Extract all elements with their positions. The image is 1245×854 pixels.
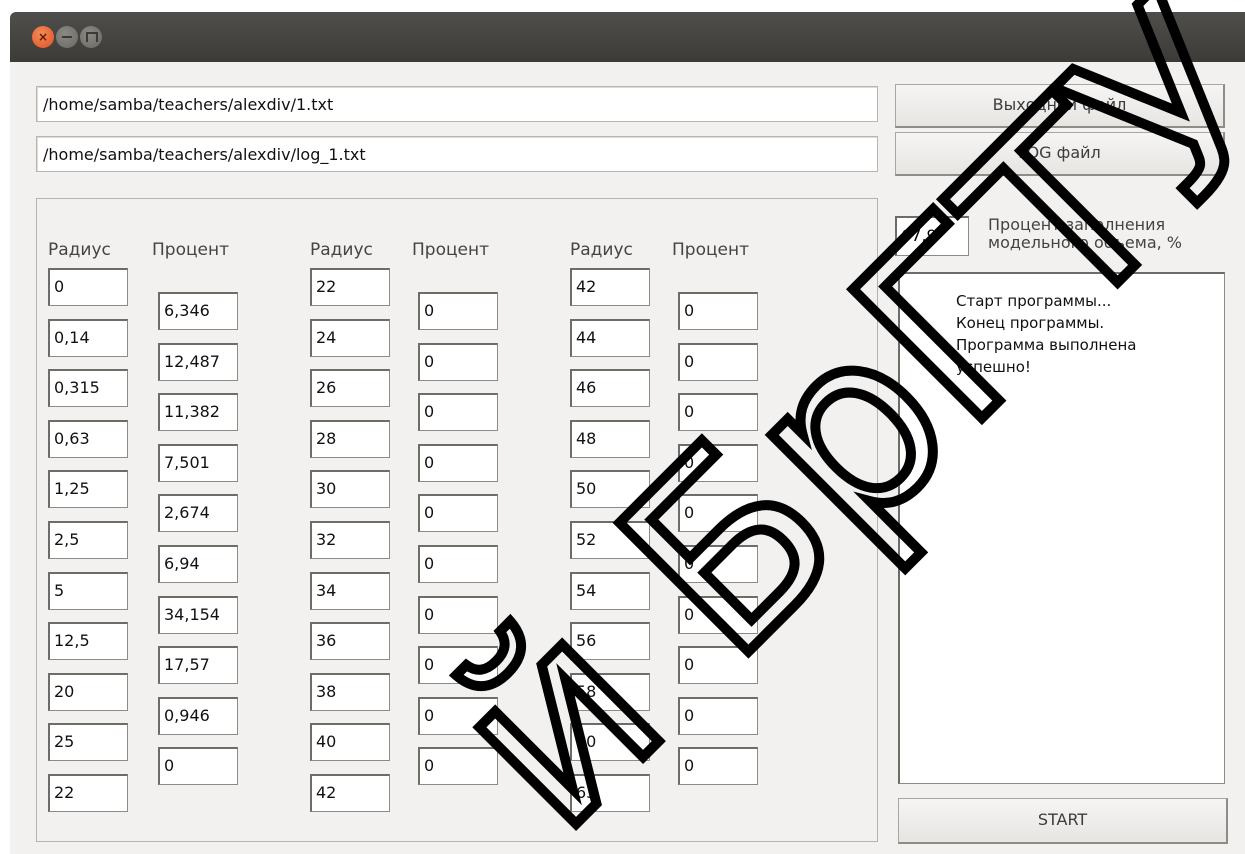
percent-input[interactable]: 0 bbox=[418, 747, 498, 786]
radius-input[interactable]: 52 bbox=[570, 521, 650, 559]
percent-input[interactable]: 0 bbox=[678, 292, 758, 330]
percent-input[interactable]: 0 bbox=[678, 595, 758, 634]
log-file-path-input[interactable]: /home/samba/teachers/alexdiv/log_1.txt bbox=[36, 136, 878, 172]
radius-input[interactable]: 5 bbox=[48, 571, 128, 610]
log-output-area[interactable]: Старт программы... Конец программы. Прог… bbox=[898, 272, 1225, 784]
output-file-button[interactable]: Выходной файл bbox=[895, 84, 1225, 128]
percent-input[interactable]: 0 bbox=[678, 696, 758, 735]
percent-input[interactable]: 0 bbox=[678, 443, 758, 482]
percent-input[interactable]: 6,94 bbox=[158, 545, 238, 583]
radius-input[interactable]: 22 bbox=[310, 268, 390, 306]
percent-input[interactable]: 7,501 bbox=[158, 443, 238, 482]
radius-input[interactable]: 42 bbox=[310, 774, 390, 812]
radius-input[interactable]: 60 bbox=[570, 723, 650, 762]
radius-input[interactable]: 50 bbox=[570, 470, 650, 509]
radius-input[interactable]: 40 bbox=[310, 723, 390, 762]
percent-input[interactable]: 0 bbox=[418, 494, 498, 533]
radius-input[interactable]: 2,5 bbox=[48, 521, 128, 559]
percent-input[interactable]: 0 bbox=[678, 646, 758, 685]
radius-input[interactable]: 0 bbox=[48, 268, 128, 306]
percent-input[interactable]: 0 bbox=[418, 443, 498, 482]
radius-input[interactable]: 0,63 bbox=[48, 419, 128, 458]
log-line: Старт программы... bbox=[956, 292, 1112, 310]
radius-input[interactable]: 30 bbox=[310, 470, 390, 509]
percent-input[interactable]: 0 bbox=[418, 595, 498, 634]
percent-input[interactable]: 0 bbox=[418, 393, 498, 432]
fill-percent-label-line1: Процент заполнения bbox=[988, 215, 1166, 234]
percent-input[interactable]: 0 bbox=[678, 747, 758, 786]
radius-input[interactable]: 56 bbox=[570, 622, 650, 661]
minimize-icon[interactable] bbox=[56, 26, 78, 48]
percent-input[interactable]: 17,57 bbox=[158, 646, 238, 685]
radius-input[interactable]: 54 bbox=[570, 571, 650, 610]
close-icon[interactable]: × bbox=[32, 26, 54, 48]
radius-input[interactable]: 44 bbox=[570, 318, 650, 357]
log-line: успешно! bbox=[956, 358, 1031, 376]
log-line: Конец программы. bbox=[956, 314, 1105, 332]
radius-header: Радиус bbox=[310, 240, 373, 260]
radius-header: Радиус bbox=[570, 240, 633, 260]
percent-input[interactable]: 0 bbox=[418, 696, 498, 735]
percent-input[interactable]: 0 bbox=[418, 342, 498, 381]
radius-input[interactable]: 0,315 bbox=[48, 369, 128, 408]
radius-input[interactable]: 26 bbox=[310, 369, 390, 408]
radius-input[interactable]: 58 bbox=[570, 672, 650, 711]
log-line: Программа выполнена bbox=[956, 336, 1137, 354]
radius-input[interactable]: 46 bbox=[570, 369, 650, 408]
percent-input[interactable]: 0 bbox=[678, 545, 758, 583]
percent-input[interactable]: 12,487 bbox=[158, 342, 238, 381]
fill-percent-label-line2: модельного объема, % bbox=[988, 233, 1183, 252]
percent-input[interactable]: 0 bbox=[418, 646, 498, 685]
percent-input[interactable]: 0 bbox=[418, 545, 498, 583]
percent-header: Процент bbox=[152, 240, 230, 260]
radius-input[interactable]: 20 bbox=[48, 672, 128, 711]
radius-input[interactable]: 0,14 bbox=[48, 318, 128, 357]
percent-input[interactable]: 0 bbox=[678, 494, 758, 533]
radius-input[interactable]: 25 bbox=[48, 723, 128, 762]
maximize-icon[interactable] bbox=[80, 26, 102, 48]
radius-input[interactable]: 24 bbox=[310, 318, 390, 357]
radius-input[interactable]: 34 bbox=[310, 571, 390, 610]
start-button[interactable]: START bbox=[898, 798, 1228, 844]
percent-input[interactable]: 0,946 bbox=[158, 696, 238, 735]
percent-input[interactable]: 34,154 bbox=[158, 595, 238, 634]
log-file-button[interactable]: LOG файл bbox=[895, 132, 1225, 176]
radius-input[interactable]: 12,5 bbox=[48, 622, 128, 661]
fill-percent-field[interactable]: 67,9 bbox=[895, 216, 969, 256]
radius-input[interactable]: 22 bbox=[48, 774, 128, 812]
percent-input[interactable]: 6,346 bbox=[158, 292, 238, 330]
radius-input[interactable]: 38 bbox=[310, 672, 390, 711]
percent-header: Процент bbox=[672, 240, 750, 260]
app-window: × /home/samba/teachers/alexdiv/1.txt /ho… bbox=[10, 12, 1245, 854]
log-text: Старт программы... Конец программы. Прог… bbox=[956, 290, 1206, 378]
radius-input[interactable]: 32 bbox=[310, 521, 390, 559]
output-file-path-input[interactable]: /home/samba/teachers/alexdiv/1.txt bbox=[36, 86, 878, 122]
radius-input[interactable]: 42 bbox=[570, 268, 650, 306]
radius-input[interactable]: 36 bbox=[310, 622, 390, 661]
percent-header: Процент bbox=[412, 240, 490, 260]
radius-input[interactable]: 28 bbox=[310, 419, 390, 458]
title-bar: × bbox=[10, 12, 1245, 62]
percent-input[interactable]: 0 bbox=[418, 292, 498, 330]
percent-input[interactable]: 0 bbox=[678, 393, 758, 432]
radius-input[interactable]: 48 bbox=[570, 419, 650, 458]
fill-percent-label: Процент заполнения модельного объема, % bbox=[988, 216, 1238, 252]
percent-input[interactable]: 11,382 bbox=[158, 393, 238, 432]
percent-input[interactable]: 0 bbox=[678, 342, 758, 381]
radius-input[interactable]: 63 bbox=[570, 774, 650, 812]
radius-input[interactable]: 1,25 bbox=[48, 470, 128, 509]
percent-input[interactable]: 2,674 bbox=[158, 494, 238, 533]
percent-input[interactable]: 0 bbox=[158, 747, 238, 786]
radius-header: Радиус bbox=[48, 240, 111, 260]
